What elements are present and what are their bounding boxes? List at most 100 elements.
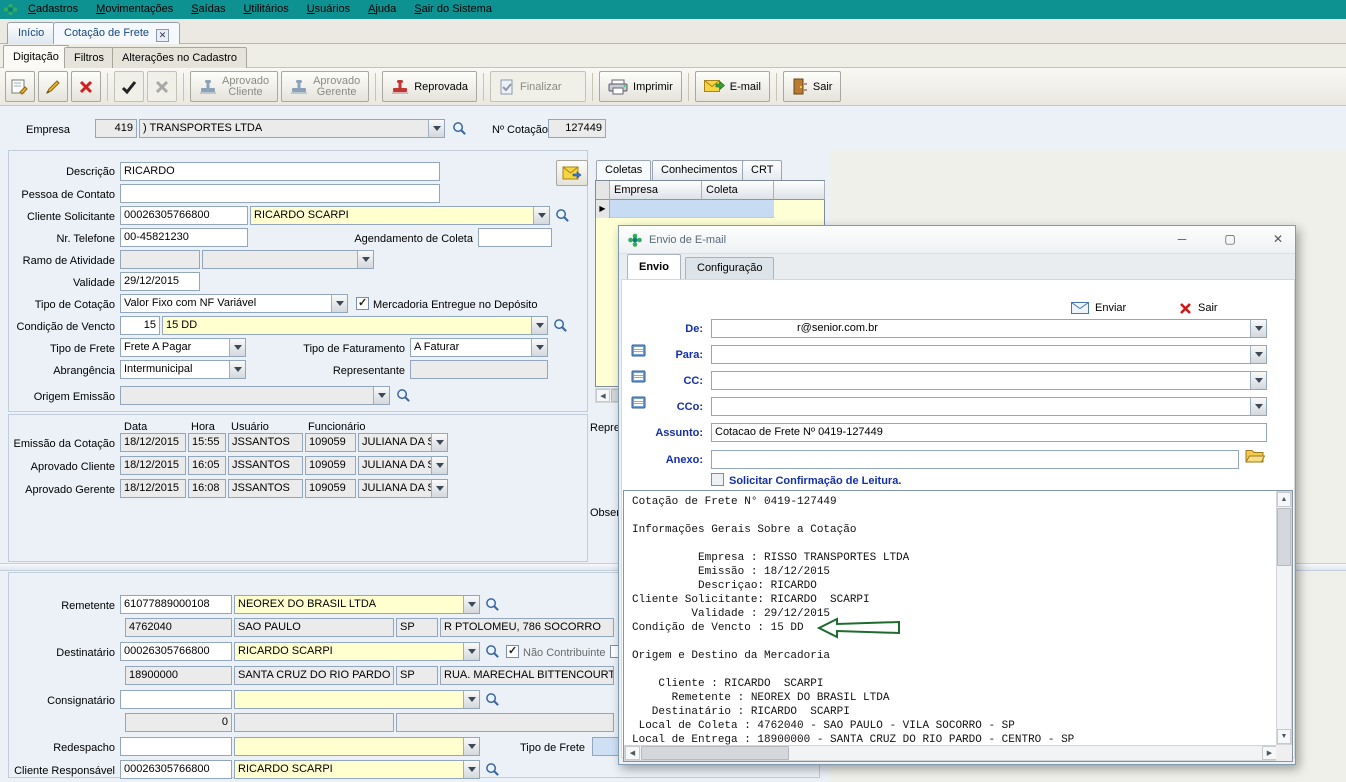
imprimir-button[interactable]: Imprimir xyxy=(599,71,682,102)
chevron-down-icon[interactable] xyxy=(431,480,447,497)
tab-cotacao-de-frete[interactable]: Cotação de Frete✕ xyxy=(53,22,180,44)
ramo-combo[interactable] xyxy=(202,250,374,269)
scroll-left-icon[interactable]: ◀ xyxy=(625,746,640,760)
chevron-down-icon[interactable] xyxy=(1250,372,1266,389)
validade-field[interactable]: 29/12/2015 xyxy=(120,272,200,291)
enviar-button[interactable]: Enviar xyxy=(1071,298,1126,318)
chevron-down-icon[interactable] xyxy=(373,387,389,404)
sair-button[interactable]: Sair xyxy=(783,71,842,102)
conhecimentos-tab[interactable]: Conhecimentos xyxy=(652,160,746,180)
chevron-down-icon[interactable] xyxy=(428,120,444,137)
delete-record-button[interactable] xyxy=(71,71,101,102)
remetente-combo[interactable]: NEOREX DO BRASIL LTDA xyxy=(234,595,480,614)
menu-usuarios[interactable]: Usuários xyxy=(298,0,359,19)
chevron-down-icon[interactable] xyxy=(331,295,347,312)
body-hscrollbar[interactable]: ◀ ▶ xyxy=(624,745,1278,761)
chevron-down-icon[interactable] xyxy=(463,596,479,613)
coletas-tab[interactable]: Coletas xyxy=(596,160,651,180)
empresa-search-icon[interactable] xyxy=(450,119,469,138)
chevron-down-icon[interactable] xyxy=(357,251,373,268)
cliente-resp-combo[interactable]: RICARDO SCARPI xyxy=(234,760,480,779)
chevron-down-icon[interactable] xyxy=(1250,398,1266,415)
attach-folder-icon[interactable] xyxy=(1245,449,1265,467)
cco-combo[interactable] xyxy=(711,397,1267,416)
abrangencia-combo[interactable]: Intermunicipal xyxy=(120,360,246,379)
cond-vencto-combo[interactable]: 15 DD xyxy=(162,316,548,335)
new-record-button[interactable] xyxy=(5,71,35,102)
telefone-field[interactable]: 00-45821230 xyxy=(120,228,248,247)
aprovado-cliente-button[interactable]: Aprovado Cliente xyxy=(190,71,278,102)
maximize-icon[interactable]: ▢ xyxy=(1215,230,1245,250)
subtab-alteracoes[interactable]: Alterações no Cadastro xyxy=(112,47,247,68)
tab-inicio[interactable]: Início xyxy=(7,22,55,44)
agendamento-field[interactable] xyxy=(478,228,552,247)
chevron-down-icon[interactable] xyxy=(463,643,479,660)
emission-funcname-combo[interactable]: JULIANA DA SILVA S xyxy=(358,456,448,475)
empresa-code-field[interactable]: 419 xyxy=(95,119,137,138)
tipo-faturamento-combo[interactable]: A Faturar xyxy=(410,338,548,357)
chevron-down-icon[interactable] xyxy=(463,761,479,778)
edit-record-button[interactable] xyxy=(38,71,68,102)
confirm-button[interactable] xyxy=(114,71,144,102)
chevron-down-icon[interactable] xyxy=(1250,320,1266,337)
cancel-button[interactable] xyxy=(147,71,177,102)
scroll-down-icon[interactable]: ▼ xyxy=(1277,729,1291,744)
tipo-frete-combo[interactable]: Frete A Pagar xyxy=(120,338,246,357)
chevron-down-icon[interactable] xyxy=(533,207,549,224)
cliente-solicitante-search-icon[interactable] xyxy=(553,206,572,225)
cond-vencto-code-field[interactable]: 15 xyxy=(120,316,160,335)
cliente-resp-search-icon[interactable] xyxy=(483,760,502,779)
email-body-area[interactable]: Cotação de Frete N° 0419-127449 Informaç… xyxy=(623,490,1293,762)
scroll-right-icon[interactable]: ▶ xyxy=(1262,746,1277,760)
chevron-down-icon[interactable] xyxy=(531,339,547,356)
email-button[interactable]: E-mail xyxy=(695,71,770,102)
remetente-search-icon[interactable] xyxy=(483,595,502,614)
dialog-tab-configuracao[interactable]: Configuração xyxy=(685,257,774,279)
empresa-combo[interactable]: ) TRANSPORTES LTDA xyxy=(139,119,445,138)
nao-contribuinte-checkbox[interactable] xyxy=(506,645,519,658)
send-coleta-button[interactable] xyxy=(556,160,588,186)
chevron-down-icon[interactable] xyxy=(531,317,547,334)
pessoa-contato-field[interactable] xyxy=(120,184,440,203)
remetente-code-field[interactable]: 61077889000108 xyxy=(120,595,232,614)
grid-header-coleta[interactable]: Coleta xyxy=(702,181,774,200)
cc-combo[interactable] xyxy=(711,371,1267,390)
descricao-field[interactable]: RICARDO xyxy=(120,162,440,181)
chevron-down-icon[interactable] xyxy=(1250,346,1266,363)
representante-field[interactable] xyxy=(410,360,548,379)
de-combo[interactable]: r@senior.com.br xyxy=(711,319,1267,338)
crt-tab[interactable]: CRT xyxy=(742,160,782,180)
scroll-thumb[interactable] xyxy=(641,746,789,760)
cond-vencto-search-icon[interactable] xyxy=(551,316,570,335)
scroll-thumb[interactable] xyxy=(1277,508,1291,566)
para-combo[interactable] xyxy=(711,345,1267,364)
scroll-left-icon[interactable]: ◀ xyxy=(596,389,610,402)
emission-funcname-combo[interactable]: JULIANA DA SILVA S xyxy=(358,479,448,498)
cliente-resp-code-field[interactable]: 00026305766800 xyxy=(120,760,232,779)
subtab-filtros[interactable]: Filtros xyxy=(64,47,114,68)
finalizar-button[interactable]: Finalizar xyxy=(490,71,586,102)
dialog-tab-envio[interactable]: Envio xyxy=(627,254,681,279)
tab-close-icon[interactable]: ✕ xyxy=(156,29,169,42)
selected-grid-row[interactable] xyxy=(610,200,774,218)
minimize-icon[interactable]: ─ xyxy=(1167,230,1197,250)
cliente-solicitante-combo[interactable]: RICARDO SCARPI xyxy=(250,206,550,225)
consignatario-search-icon[interactable] xyxy=(483,690,502,709)
emission-funcname-combo[interactable]: JULIANA DA SILVA S xyxy=(358,433,448,452)
chevron-down-icon[interactable] xyxy=(229,339,245,356)
mercadoria-checkbox[interactable] xyxy=(356,297,369,310)
grid-header-empresa[interactable]: Empresa xyxy=(610,181,702,200)
redespacho-code-field[interactable] xyxy=(120,737,232,756)
menu-cadastros[interactable]: Cadastros xyxy=(19,0,87,19)
origem-emissao-search-icon[interactable] xyxy=(394,386,413,405)
menu-sair-do-sistema[interactable]: Sair do Sistema xyxy=(405,0,501,19)
close-icon[interactable]: ✕ xyxy=(1263,230,1293,250)
consignatario-combo[interactable] xyxy=(234,690,480,709)
chevron-down-icon[interactable] xyxy=(431,434,447,451)
chevron-down-icon[interactable] xyxy=(229,361,245,378)
menu-ajuda[interactable]: Ajuda xyxy=(359,0,405,19)
destinatario-combo[interactable]: RICARDO SCARPI xyxy=(234,642,480,661)
scroll-up-icon[interactable]: ▲ xyxy=(1277,492,1291,507)
dialog-sair-button[interactable]: Sair xyxy=(1179,298,1218,318)
menu-saidas[interactable]: Saídas xyxy=(182,0,234,19)
